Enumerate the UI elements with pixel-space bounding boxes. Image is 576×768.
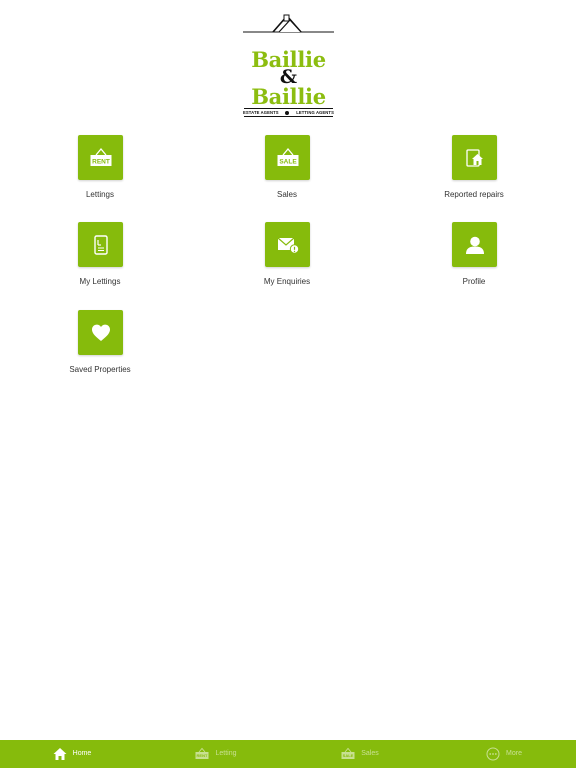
tile-my-lettings-label: My Lettings <box>79 277 121 286</box>
tile-reported-repairs-label: Reported repairs <box>444 190 504 199</box>
tile-saved-properties-label: Saved Properties <box>69 365 131 374</box>
sale-sign-icon: SALE <box>341 747 355 759</box>
tile-saved-properties[interactable]: Saved Properties <box>30 310 170 380</box>
rent-sign-icon: RENT <box>90 147 111 166</box>
tile-my-enquiries[interactable]: My Enquiries <box>217 222 357 292</box>
brand-logo: Baillie & Baillie ESTATE AGENTS LETTING … <box>243 14 334 117</box>
more-icon <box>486 747 500 761</box>
logo-rule-bottom <box>244 116 333 117</box>
heart-icon <box>91 324 110 341</box>
tile-my-enquiries-button[interactable] <box>265 222 310 267</box>
envelope-icon <box>277 237 299 254</box>
tab-letting[interactable]: RENT Letting <box>144 740 288 768</box>
tab-sale-sign-text: SALE <box>343 753 354 758</box>
logo-word-bottom: Baillie <box>251 84 326 109</box>
tile-reported-repairs-button[interactable] <box>452 135 497 180</box>
bottom-tab-bar: Home RENT Letting SALE Sales More <box>0 740 576 768</box>
rent-sign-text: RENT <box>92 158 110 165</box>
sale-sign-icon: SALE <box>277 147 298 166</box>
tab-sales[interactable]: SALE Sales <box>288 740 432 768</box>
house-repair-icon <box>465 148 483 167</box>
tile-profile-label: Profile <box>462 277 486 286</box>
tile-my-lettings-button[interactable] <box>78 222 123 267</box>
person-icon <box>465 236 484 254</box>
tile-lettings-label: Lettings <box>85 190 115 199</box>
tile-my-lettings[interactable]: My Lettings <box>30 222 170 292</box>
tile-my-enquiries-label: My Enquiries <box>263 277 311 286</box>
tile-profile-button[interactable] <box>452 222 497 267</box>
sale-sign-text: SALE <box>279 158 297 165</box>
tile-sales[interactable]: SALE Sales <box>217 135 357 205</box>
tile-saved-properties-button[interactable] <box>78 310 123 355</box>
tab-home-label: Home <box>72 750 92 757</box>
tile-sales-label: Sales <box>276 190 297 199</box>
roof-logo-icon <box>243 14 334 33</box>
tab-rent-sign-text: RENT <box>197 753 208 758</box>
tab-home[interactable]: Home <box>0 740 144 768</box>
tab-more[interactable]: More <box>432 740 576 768</box>
home-icon <box>53 748 67 760</box>
tile-profile[interactable]: Profile <box>404 222 544 292</box>
rent-sign-icon: RENT <box>195 747 209 759</box>
document-icon <box>93 234 108 255</box>
tile-sales-button[interactable]: SALE <box>265 135 310 180</box>
logo-dot <box>285 111 290 115</box>
tab-more-label: More <box>506 750 522 757</box>
tile-lettings-button[interactable]: RENT <box>78 135 123 180</box>
logo-rule-top <box>244 108 333 109</box>
tile-reported-repairs[interactable]: Reported repairs <box>404 135 544 205</box>
tab-letting-label: Letting <box>215 750 237 757</box>
tile-lettings[interactable]: RENT Lettings <box>30 135 170 205</box>
tab-sales-label: Sales <box>361 750 379 757</box>
